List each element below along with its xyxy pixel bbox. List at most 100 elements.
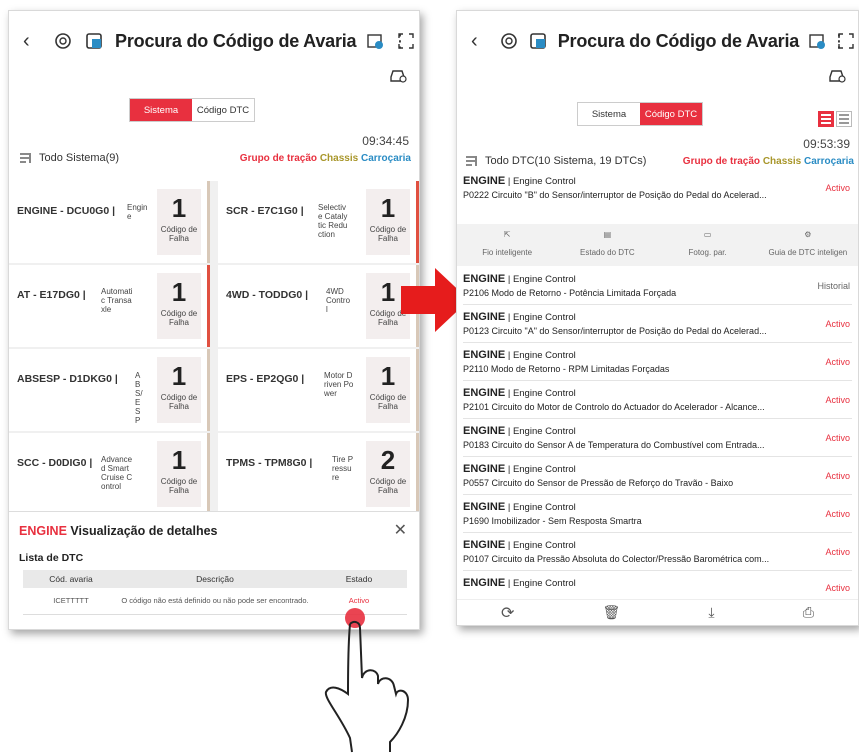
tag-body[interactable]: Carroçaria [804, 156, 854, 167]
system-grid: ENGINE - DCU0G0 | Engine 1 Código de Falh… [9, 181, 419, 515]
list-item[interactable]: ENGINE | Engine Control P0123 Circuito "… [463, 307, 852, 343]
system-card[interactable]: ABSESP - D1DKG0 | ABS/ESP 1 Código de Fal… [9, 349, 210, 431]
tag-powertrain[interactable]: Grupo de tração [683, 156, 760, 167]
fault-count: 1 [380, 361, 396, 391]
refresh-icon[interactable]: ⟳ [501, 603, 514, 623]
tag-chassis[interactable]: Chassis [763, 156, 801, 167]
tab-sistema[interactable]: Sistema [130, 99, 192, 121]
fault-count-box: 1 Código de Falha [157, 441, 201, 507]
vehicle-connect-icon[interactable] [50, 28, 75, 54]
dtc-controller: Engine Control [512, 540, 576, 551]
timestamp: 09:34:45 [362, 134, 409, 148]
bottom-toolbar: ⟳ 🗑 ⤓ ⎙ [457, 599, 858, 625]
dtc-state: Historial [817, 281, 850, 291]
tap-hand-icon [324, 608, 410, 753]
system-card[interactable]: AT - E17DG0 | Automatic Transaxle 1 Códig… [9, 265, 210, 347]
fault-count: 1 [171, 445, 187, 475]
fault-count: 1 [171, 193, 187, 223]
export-icon[interactable]: ⎙ [803, 604, 814, 621]
dtc-state: Activo [825, 183, 850, 193]
fault-count: 2 [380, 445, 396, 475]
dtc-controller: Engine Control [512, 426, 576, 437]
system-card[interactable]: EPS - EP2QG0 | Motor Driven Power 1 Códig… [218, 349, 419, 431]
close-icon[interactable]: ✕ [394, 520, 407, 540]
report-icon[interactable] [805, 28, 828, 54]
dtc-list-label: Lista de DTC [19, 552, 84, 564]
dtc-state: Activo [825, 583, 850, 593]
system-card[interactable]: 4WD - TODDG0 | 4WD Control 1 Código de Fa… [218, 265, 419, 347]
tag-body[interactable]: Carroçaria [361, 153, 411, 164]
dtc-controller: Engine Control [512, 176, 576, 187]
system-card[interactable]: SCC - D0DIG0 | Advanced Smart Cruise Con… [9, 433, 210, 515]
list-item[interactable]: ENGINE | Engine Control P0222 Circuito "… [463, 171, 852, 207]
tag-chassis[interactable]: Chassis [320, 153, 358, 164]
list-item[interactable]: ENGINE | Engine Control P2110 Modo de Re… [463, 345, 852, 381]
filter-icon[interactable] [19, 152, 33, 164]
dtc-state: Activo [825, 319, 850, 329]
system-name: TPMS - TPM8G0 | [226, 457, 313, 469]
tab-codigo-dtc[interactable]: Código DTC [192, 99, 254, 121]
vehicle-connect-icon[interactable] [497, 28, 520, 54]
fault-count-box: 1 Código de Falha [157, 273, 201, 339]
more-menu-icon[interactable]: ⋮ [830, 31, 848, 52]
dtc-system: ENGINE [463, 501, 506, 513]
dtc-text: P2101 Circuito do Motor de Controlo do A… [463, 402, 765, 412]
back-icon[interactable]: ‹ [471, 30, 491, 53]
view-toggle [818, 111, 852, 127]
list-item[interactable]: ENGINE | Engine Control P1690 Imobilizad… [463, 497, 852, 533]
dtc-system: ENGINE [463, 311, 506, 323]
list-item[interactable]: ENGINE | Engine Control P0557 Circuito d… [463, 459, 852, 495]
frame-icon: ▭ [703, 230, 712, 239]
view-segmented-control: Sistema Código DTC [577, 102, 703, 126]
scan-icon[interactable] [526, 28, 549, 54]
dtc-system: ENGINE [463, 273, 506, 285]
scan-icon[interactable] [82, 28, 107, 54]
delete-icon[interactable]: 🗑 [603, 604, 621, 621]
dtc-system: ENGINE [463, 425, 506, 437]
grid-view-icon[interactable] [836, 111, 852, 127]
vehicle-settings-icon[interactable] [828, 67, 846, 88]
fault-count-label: Código de Falha [160, 225, 198, 243]
dtc-system: ENGINE [463, 539, 506, 551]
dtc-controller: Engine Control [512, 502, 576, 513]
timestamp: 09:53:39 [803, 137, 850, 151]
filter-label: Todo DTC(10 Sistema, 19 DTCs) [485, 155, 647, 167]
document-icon: ▤ [603, 230, 612, 239]
back-icon[interactable]: ‹ [23, 30, 44, 53]
fault-count: 1 [171, 361, 187, 391]
dtc-text: P0222 Circuito "B" do Sensor/interruptor… [463, 190, 767, 200]
share-icon: ⇱ [503, 230, 511, 239]
fault-count: 1 [171, 277, 187, 307]
dtc-state: Activo [825, 395, 850, 405]
list-view-icon[interactable] [818, 111, 834, 127]
system-card[interactable]: SCR - E7C1G0 | Selective Catalytic Reduc… [218, 181, 419, 263]
report-icon[interactable] [362, 28, 387, 54]
tab-codigo-dtc[interactable]: Código DTC [640, 103, 702, 125]
dtc-controller: Engine Control [512, 578, 576, 589]
tab-sistema[interactable]: Sistema [578, 103, 640, 125]
system-name: AT - E17DG0 | [17, 289, 86, 301]
right-screen: ‹ Procura do Código de Avaria ⋮ Sistema … [456, 10, 859, 626]
dtc-state-button[interactable]: ▤ Estado do DTC [557, 224, 657, 266]
vehicle-settings-icon[interactable] [389, 67, 407, 88]
fault-count-label: Código de Falha [369, 393, 407, 411]
dtc-system: ENGINE [463, 463, 506, 475]
smart-wire-button[interactable]: ⇱ Fio inteligente [457, 224, 557, 266]
dtc-text: P2106 Modo de Retorno - Potência Limitad… [463, 288, 677, 298]
freeze-frame-button[interactable]: ▭ Fotog. par. [658, 224, 758, 266]
list-item[interactable]: ENGINE | Engine Control P2101 Circuito d… [463, 383, 852, 419]
tag-powertrain[interactable]: Grupo de tração [240, 153, 317, 164]
system-card[interactable]: TPMS - TPM8G0 | Tire Pressure 2 Código de… [218, 433, 419, 515]
smart-dtc-guide-button[interactable]: ⚙ Guia de DTC inteligen [758, 224, 858, 266]
detail-title-text: Visualização de detalhes [70, 524, 218, 538]
system-desc: Advanced Smart Cruise Control [101, 455, 133, 491]
list-item[interactable]: ENGINE | Engine Control P2106 Modo de Re… [463, 269, 852, 305]
list-item[interactable]: ENGINE | Engine Control P0183 Circuito d… [463, 421, 852, 457]
more-menu-icon[interactable]: ⋮ [391, 31, 409, 52]
fault-count-box: 1 Código de Falha [157, 357, 201, 423]
filter-icon[interactable] [465, 155, 479, 167]
download-icon[interactable]: ⤓ [708, 604, 714, 621]
list-item[interactable]: ENGINE | Engine Control P0107 Circuito d… [463, 535, 852, 571]
system-name: SCR - E7C1G0 | [226, 205, 304, 217]
system-card[interactable]: ENGINE - DCU0G0 | Engine 1 Código de Falh… [9, 181, 210, 263]
